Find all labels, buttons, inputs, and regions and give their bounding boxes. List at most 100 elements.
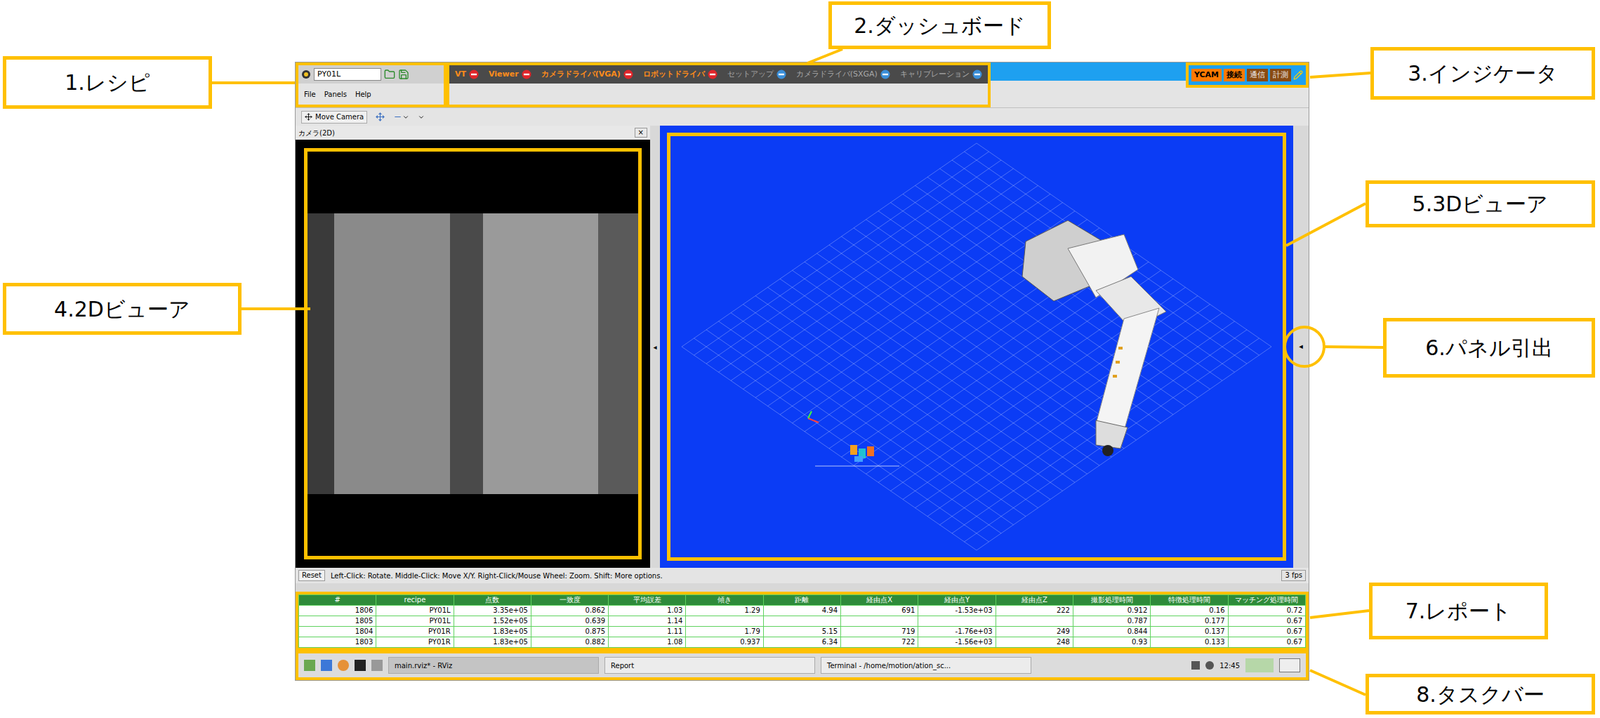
volume-icon[interactable] <box>1205 661 1214 670</box>
table-row[interactable]: 1804PY01R1.83e+050.8751.111.795.15719-1.… <box>299 626 1306 638</box>
table-cell: 0.787 <box>1072 616 1150 627</box>
taskbar-window[interactable]: Report <box>604 657 816 674</box>
camera-image <box>307 213 639 495</box>
table-cell: 0.177 <box>1150 616 1228 627</box>
table-cell: 719 <box>841 626 919 638</box>
column-header[interactable]: 撮影処理時間 <box>1072 595 1150 606</box>
viewer-2d[interactable] <box>303 148 642 560</box>
column-header[interactable]: 一致度 <box>530 595 608 606</box>
move-icon <box>304 113 313 121</box>
table-cell: 1805 <box>299 616 377 627</box>
taskbar-window[interactable]: Terminal - /home/motion/ation_sc... <box>820 657 1032 674</box>
column-header[interactable]: 特徴処理時間 <box>1150 595 1228 606</box>
dashboard-item[interactable]: カメラドライバ(SXGA) <box>793 68 894 81</box>
table-cell: 1.79 <box>685 626 764 638</box>
report: #recipe点数一致度平均誤差傾き距離経由点X経由点Y経由点Z撮影処理時間特徴… <box>295 591 1309 651</box>
table-cell <box>763 616 841 627</box>
callout-lines <box>0 0 1600 718</box>
status-icon <box>880 69 891 80</box>
viewer-3d[interactable] <box>666 132 1287 561</box>
panel-pull-highlight <box>1284 327 1325 367</box>
table-cell: 1.08 <box>608 637 686 649</box>
dashboard-item[interactable]: Viewer <box>485 68 535 81</box>
move-camera-button[interactable]: Move Camera <box>301 110 368 124</box>
table-cell: -1.76e+03 <box>918 626 996 638</box>
clock: 12:45 <box>1219 660 1240 672</box>
column-header[interactable]: 距離 <box>763 595 841 606</box>
table-cell: 0.67 <box>1227 616 1306 627</box>
folder-icon[interactable] <box>384 68 396 81</box>
menu-item[interactable]: Panels <box>324 89 347 100</box>
table-cell <box>841 616 919 627</box>
table-cell: 1.52e+05 <box>453 616 531 627</box>
robot-arm-icon <box>1022 220 1167 457</box>
pencil-icon[interactable] <box>1293 70 1304 81</box>
header: PY01L File Panels Help VTViewerカメラドライバ(VGA)ロ… <box>295 62 1309 108</box>
taskbar-window[interactable]: main.rviz* - RViz <box>388 657 599 674</box>
table-cell: 722 <box>841 637 919 649</box>
status-icon <box>468 69 479 80</box>
table-cell <box>918 616 996 627</box>
callout-label: 3.インジケータ <box>1370 47 1596 100</box>
table-row[interactable]: 1805PY01L1.52e+050.6391.140.7870.1770.67 <box>299 616 1306 627</box>
column-header[interactable]: 平均誤差 <box>608 595 686 606</box>
column-header[interactable]: 経由点X <box>841 595 919 606</box>
dropdown-icon[interactable] <box>417 113 425 121</box>
callout-label: 2.ダッシュボード <box>828 1 1051 50</box>
column-header[interactable]: 経由点Z <box>995 595 1073 606</box>
line-icon[interactable] <box>393 112 403 122</box>
table-cell: 0.937 <box>685 637 764 649</box>
column-header[interactable]: 経由点Y <box>918 595 996 606</box>
desktop-icon[interactable] <box>1279 658 1301 673</box>
editor-icon[interactable] <box>371 659 383 672</box>
table-cell <box>685 616 764 627</box>
crosshair-icon[interactable] <box>375 112 385 122</box>
table-row[interactable]: 1806PY01L3.35e+050.8621.031.294.94691-1.… <box>299 605 1306 617</box>
panel-pull[interactable]: ◂ <box>1293 125 1309 568</box>
app-launcher-icon[interactable] <box>303 659 316 672</box>
table-cell: 1.14 <box>608 616 686 627</box>
column-header[interactable]: 点数 <box>453 595 531 606</box>
table-cell: 0.93 <box>1072 637 1150 649</box>
column-header[interactable]: # <box>299 595 377 606</box>
dashboard-item[interactable]: カメラドライバ(VGA) <box>538 68 637 81</box>
save-icon[interactable] <box>398 68 410 81</box>
table-cell: 0.862 <box>530 605 608 617</box>
menu-item[interactable]: Help <box>355 89 372 100</box>
status-icon <box>776 69 787 80</box>
column-header[interactable]: 傾き <box>685 595 764 606</box>
recipe-select[interactable]: PY01L <box>313 68 382 81</box>
reset-button[interactable]: Reset <box>298 570 326 582</box>
axes-icon <box>808 411 900 467</box>
close-button[interactable]: × <box>634 127 648 138</box>
dashboard-item[interactable]: セットアップ <box>724 68 790 81</box>
dashboard-item[interactable]: VT <box>452 68 482 81</box>
splitter[interactable]: ◂ <box>650 125 660 568</box>
table-cell: PY01R <box>376 626 454 638</box>
indicator: 計測 <box>1270 68 1292 82</box>
column-header[interactable]: recipe <box>376 595 454 606</box>
taskbar: main.rviz* - RViz ReportTerminal - /home/… <box>295 650 1309 681</box>
dashboard-item[interactable]: ロボットドライバ <box>640 68 721 81</box>
status-icon <box>521 69 532 80</box>
dashboard-item[interactable]: キャリブレーション <box>897 68 985 81</box>
dropdown-icon[interactable] <box>402 113 410 121</box>
table-cell: -1.56e+03 <box>918 637 996 649</box>
column-header[interactable]: マッチング処理時間 <box>1227 595 1306 606</box>
callout-label: 8.タスクバー <box>1365 673 1596 715</box>
table-cell: 0.72 <box>1227 605 1306 617</box>
panel-2d: カメラ(2D)× <box>295 125 651 568</box>
indicator: YCAM <box>1191 68 1222 82</box>
network-icon[interactable] <box>1191 661 1200 670</box>
hint-text: Left-Click: Rotate. Middle-Click: Move X… <box>330 570 663 582</box>
table-cell: 1.03 <box>608 605 686 617</box>
table-cell: 0.67 <box>1227 626 1306 638</box>
table-cell: 0.67 <box>1227 637 1306 649</box>
files-icon[interactable] <box>320 659 333 672</box>
browser-icon[interactable] <box>337 659 349 672</box>
workspace-icon[interactable] <box>1245 658 1274 673</box>
scene-3d[interactable] <box>670 136 1283 558</box>
table-row[interactable]: 1803PY01R1.83e+050.8821.080.9376.34722-1… <box>299 637 1306 649</box>
menu-item[interactable]: File <box>303 89 316 100</box>
terminal-icon[interactable] <box>354 659 366 672</box>
